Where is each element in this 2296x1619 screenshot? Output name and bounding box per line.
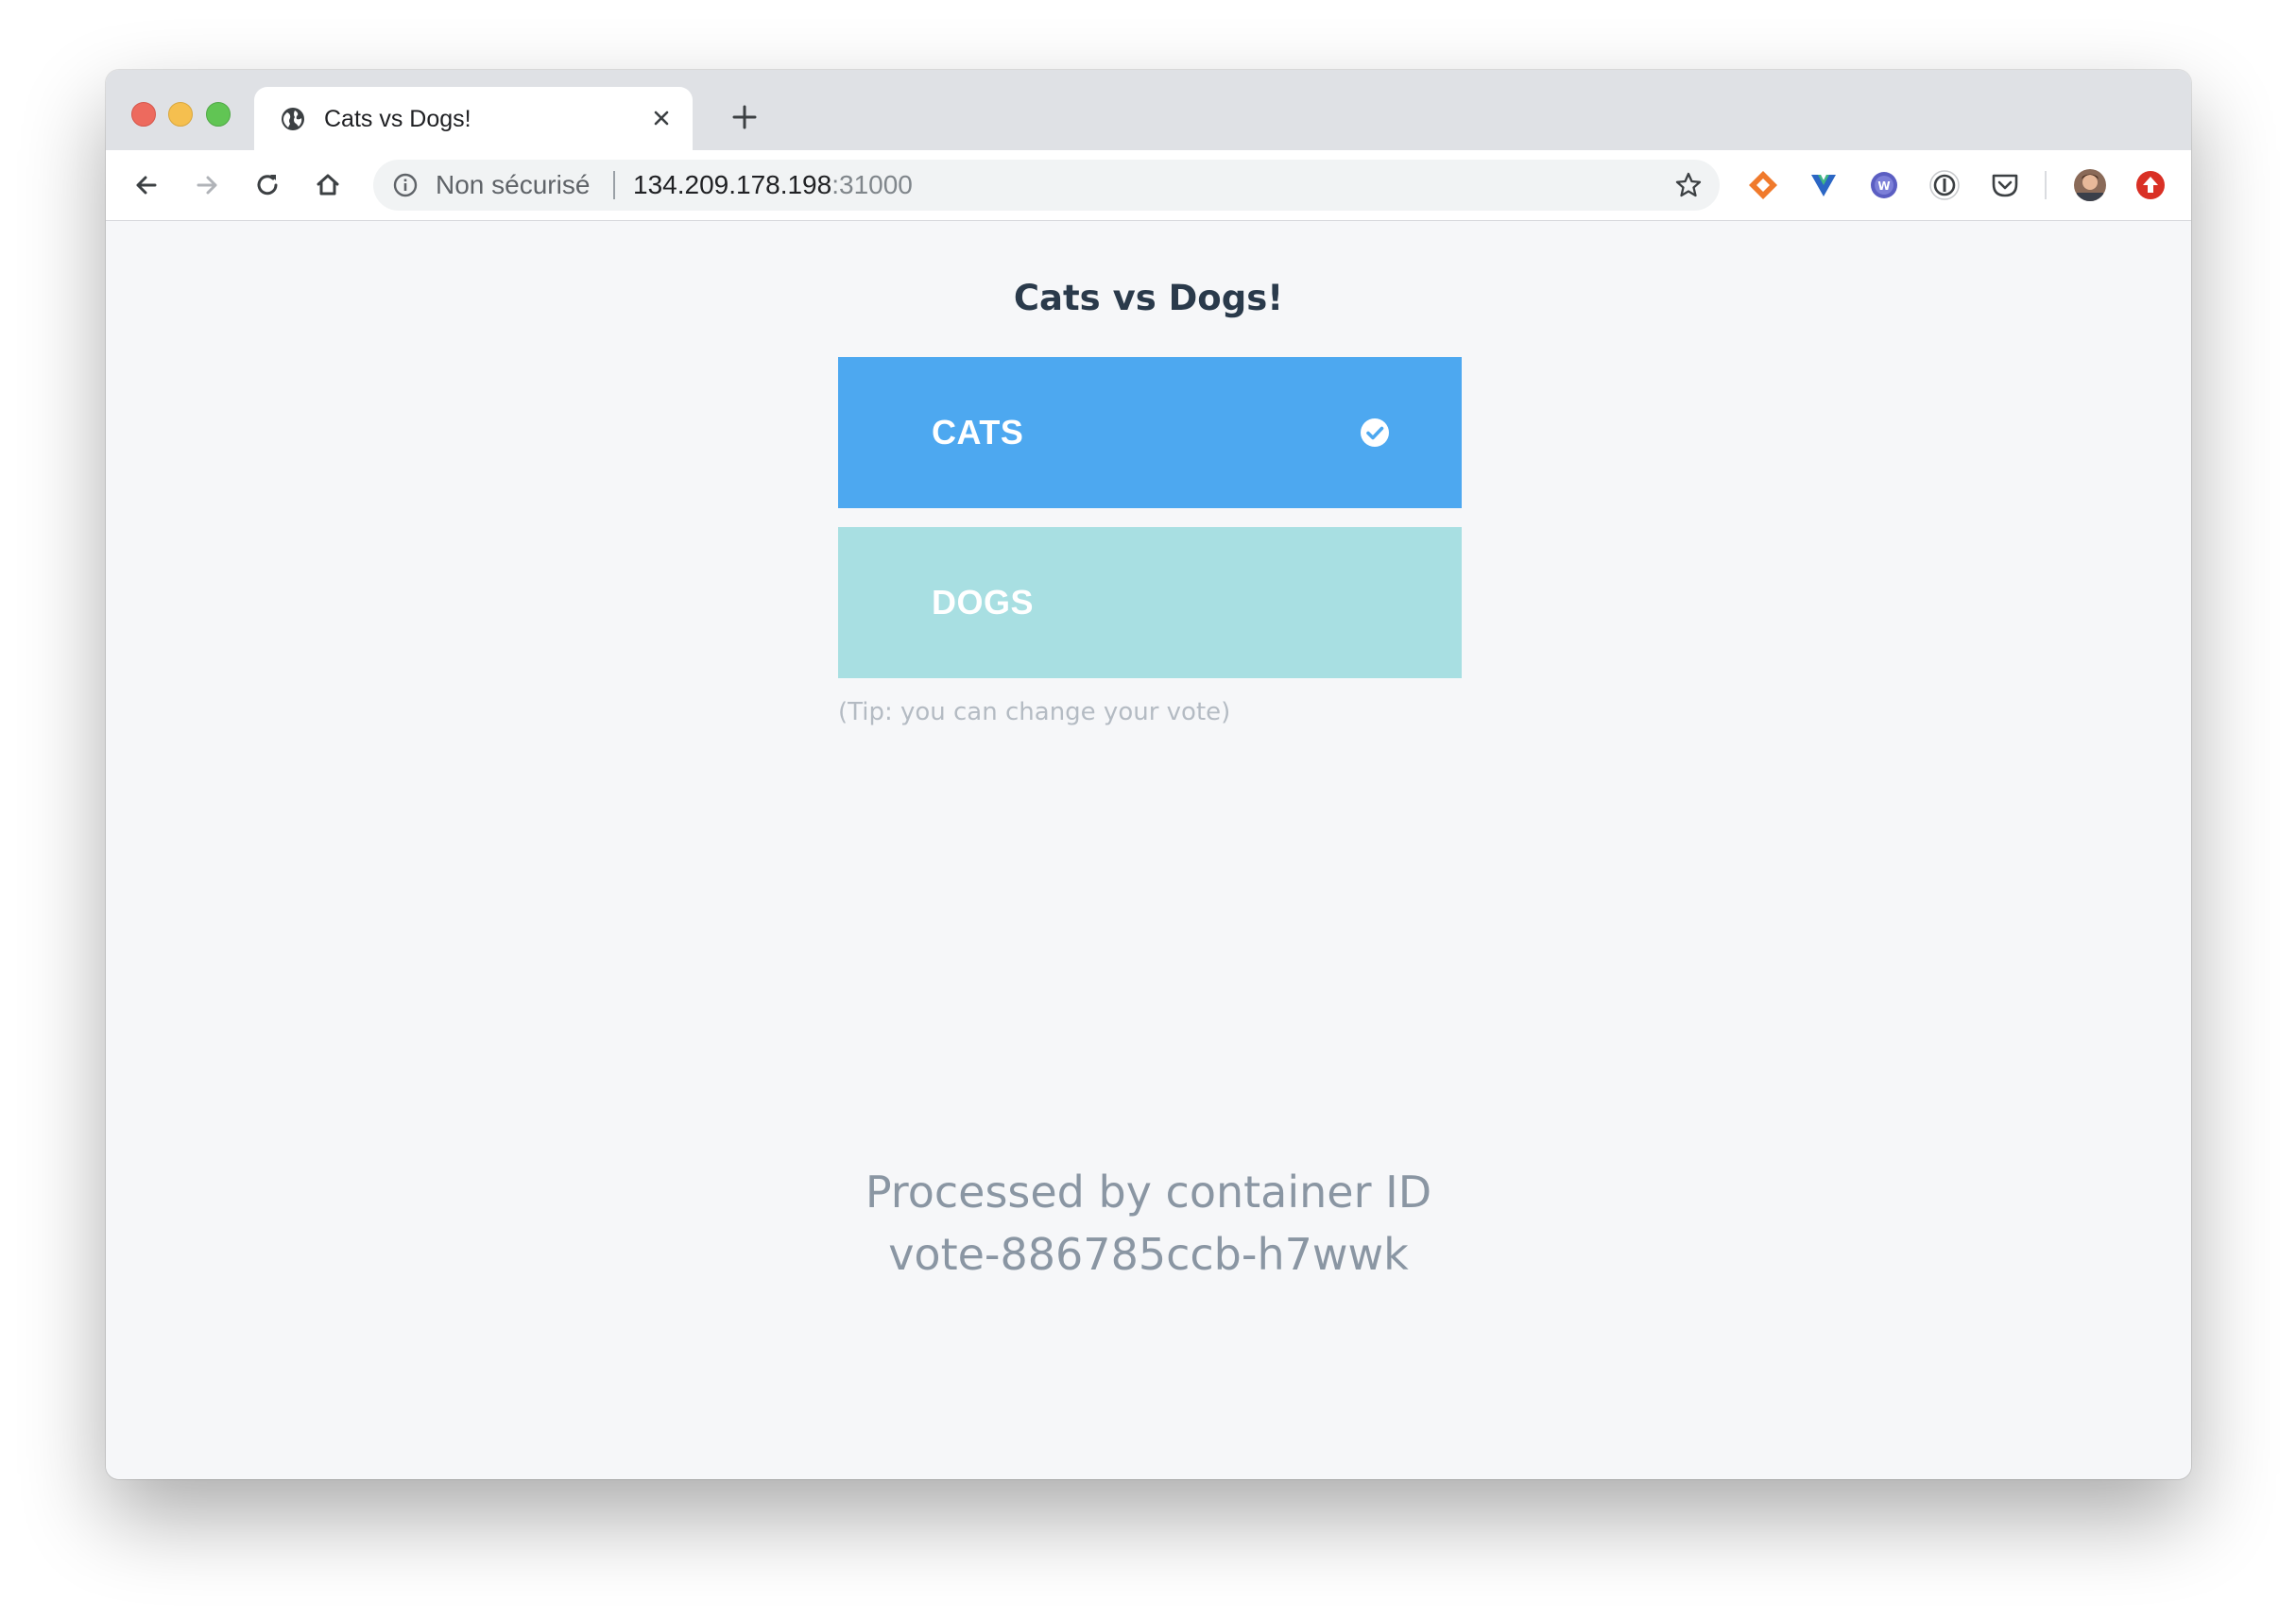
url-host: 134.209.178.198 xyxy=(633,170,832,199)
address-bar[interactable]: Non sécurisé 134.209.178.198:31000 xyxy=(373,160,1720,211)
profile-avatar[interactable] xyxy=(2073,168,2107,202)
home-icon[interactable] xyxy=(310,167,346,203)
vote-dogs-button[interactable]: DOGS xyxy=(838,527,1462,678)
tab-title: Cats vs Dogs! xyxy=(324,106,471,132)
back-icon[interactable] xyxy=(129,167,164,203)
svg-text:W: W xyxy=(1877,179,1890,193)
page-content: Cats vs Dogs! CATS DOGS (Tip: you can ch… xyxy=(106,221,2191,1479)
check-circle-icon xyxy=(1361,418,1389,447)
reload-icon[interactable] xyxy=(249,167,285,203)
1password-icon[interactable] xyxy=(1928,168,1962,202)
browser-window: Cats vs Dogs! Non sécurisé 134.209.178.1… xyxy=(106,70,2191,1479)
new-tab-icon[interactable] xyxy=(729,102,760,132)
browser-tab[interactable]: Cats vs Dogs! xyxy=(254,87,693,150)
security-label: Non sécurisé xyxy=(436,170,591,199)
vote-cats-button[interactable]: CATS xyxy=(838,357,1462,508)
wordpress-icon[interactable]: W xyxy=(1867,168,1901,202)
container-info: Processed by container ID vote-886785ccb… xyxy=(106,1161,2191,1286)
vote-tip: (Tip: you can change your vote) xyxy=(838,698,1231,726)
pocket-icon[interactable] xyxy=(1988,168,2022,202)
toolbar-divider xyxy=(2045,171,2047,199)
omnibox-divider xyxy=(613,171,615,199)
vote-cats-label: CATS xyxy=(932,413,1024,452)
processed-by-label: Processed by container ID xyxy=(865,1167,1432,1218)
close-tab-icon[interactable] xyxy=(647,104,676,132)
forward-icon[interactable] xyxy=(189,167,225,203)
url-port: :31000 xyxy=(831,170,913,199)
globe-icon xyxy=(282,108,304,130)
bookmark-star-icon[interactable] xyxy=(1674,171,1703,199)
update-icon[interactable] xyxy=(2133,168,2167,202)
zoom-window-button[interactable] xyxy=(206,102,231,127)
vote-dogs-label: DOGS xyxy=(932,583,1035,622)
browser-toolbar: Non sécurisé 134.209.178.198:31000 W xyxy=(106,150,2191,221)
info-icon[interactable] xyxy=(392,172,419,198)
container-id: vote-886785ccb-h7wwk xyxy=(888,1229,1409,1280)
vue-devtools-icon[interactable] xyxy=(1807,168,1841,202)
tag-extension-icon[interactable] xyxy=(1746,168,1780,202)
page-title: Cats vs Dogs! xyxy=(1013,278,1284,318)
minimize-window-button[interactable] xyxy=(168,102,193,127)
url-text: 134.209.178.198:31000 xyxy=(633,170,913,200)
tab-strip: Cats vs Dogs! xyxy=(106,70,2191,150)
close-window-button[interactable] xyxy=(131,102,156,127)
